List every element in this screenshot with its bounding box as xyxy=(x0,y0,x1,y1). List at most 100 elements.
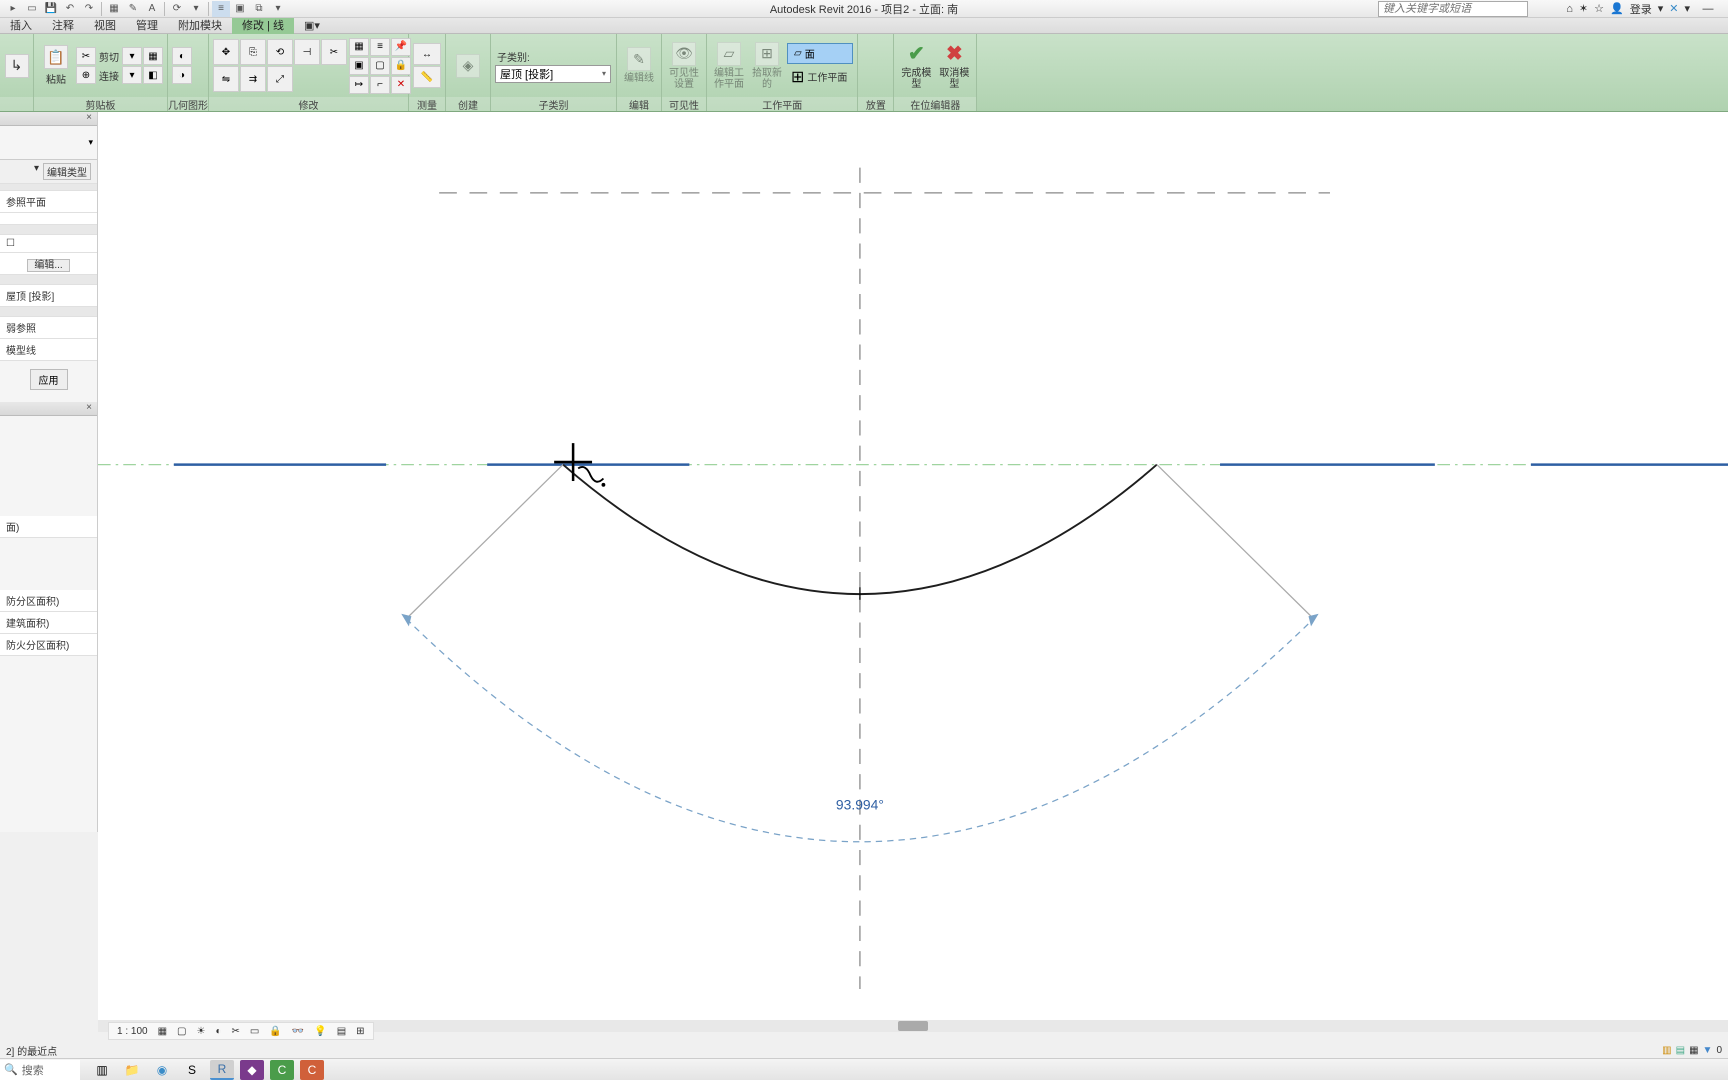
edit-button[interactable]: 编辑... xyxy=(27,259,69,272)
paste-button[interactable]: 📋粘贴 xyxy=(38,37,74,95)
exchange-apps-icon[interactable]: ✕ xyxy=(1669,2,1678,15)
pin-icon[interactable]: 📌 xyxy=(391,38,411,56)
qat-undo-icon[interactable]: ↶ xyxy=(61,1,79,17)
qat-sync-icon[interactable]: ⟳ xyxy=(168,1,186,17)
lock-icon[interactable]: 🔒 xyxy=(391,57,411,75)
revit-icon[interactable]: R xyxy=(210,1060,234,1080)
cancel-model-button[interactable]: ✖取消模型 xyxy=(936,37,972,95)
tab-insert[interactable]: 插入 xyxy=(0,18,42,34)
app-icon-green1[interactable]: C xyxy=(270,1060,294,1080)
taskbar-search[interactable]: 🔍 搜索 xyxy=(0,1060,80,1080)
scrollbar-thumb[interactable] xyxy=(898,1021,928,1031)
tab-view[interactable]: 视图 xyxy=(84,18,126,34)
delete-icon[interactable]: ✕ xyxy=(391,76,411,94)
minimize-button[interactable]: — xyxy=(1696,3,1720,15)
cope-icon[interactable]: ◧ xyxy=(143,66,163,84)
qat-measure-icon[interactable]: ✎ xyxy=(124,1,142,17)
geo-icon-2[interactable]: ◑ xyxy=(172,66,192,84)
tab-manage[interactable]: 管理 xyxy=(126,18,168,34)
lock-view-icon[interactable]: 🔒 xyxy=(267,1026,283,1037)
qat-redo-icon[interactable]: ↷ xyxy=(80,1,98,17)
tree-item[interactable]: 面) xyxy=(0,516,97,538)
login-dropdown-icon[interactable]: ▾ xyxy=(1658,2,1664,15)
infocenter-icon[interactable]: ⌂ xyxy=(1566,3,1573,15)
qat-dropdown-icon[interactable]: ▾ xyxy=(269,1,287,17)
mirror-icon[interactable]: ⇋ xyxy=(213,66,239,92)
trim-icon[interactable]: ⊣ xyxy=(294,39,320,65)
close-icon[interactable]: × xyxy=(83,112,95,124)
drawing-canvas[interactable]: 93.994° xyxy=(98,112,1728,1032)
instance-dd-icon[interactable]: ▾ xyxy=(34,163,39,180)
detail-level-icon[interactable]: ▦ xyxy=(156,1026,169,1037)
taskview-icon[interactable]: ▥ xyxy=(90,1060,114,1080)
edge-icon[interactable]: ◉ xyxy=(150,1060,174,1080)
angle-dim-label[interactable]: 93.994° xyxy=(836,797,884,813)
sun-path-icon[interactable]: ☀ xyxy=(195,1026,208,1037)
array-icon[interactable]: ▦ xyxy=(349,38,369,56)
copy-icon[interactable]: ⎘ xyxy=(240,39,266,65)
status-icon-1[interactable]: ▥ xyxy=(1662,1045,1671,1056)
finish-model-button[interactable]: ✔完成模型 xyxy=(898,37,934,95)
subcategory-dropdown[interactable]: 屋顶 [投影] ▾ xyxy=(495,65,611,83)
radial-line-left[interactable] xyxy=(406,465,563,619)
tree-item[interactable]: 防火分区面积) xyxy=(0,634,97,656)
temp-hide-icon[interactable]: 👓 xyxy=(290,1026,306,1037)
group-icon[interactable]: ▣ xyxy=(349,57,369,75)
reveal-constraints-icon[interactable]: ⊞ xyxy=(354,1026,366,1037)
cut-dd-icon[interactable]: ▾ xyxy=(122,47,142,65)
sogou-icon[interactable]: S xyxy=(180,1060,204,1080)
measure-icon[interactable]: 📏 xyxy=(413,66,441,88)
scale-icon[interactable]: ⤢ xyxy=(267,66,293,92)
app-menu-button[interactable]: ▸ xyxy=(4,1,22,17)
status-icon-3[interactable]: ▦ xyxy=(1689,1045,1698,1056)
face-toggle[interactable]: ▱面 xyxy=(787,43,853,64)
login-link[interactable]: 登录 xyxy=(1630,1,1652,17)
worksharing-icon[interactable]: ▤ xyxy=(335,1026,348,1037)
tab-annotate[interactable]: 注释 xyxy=(42,18,84,34)
status-icon-2[interactable]: ▤ xyxy=(1676,1045,1685,1056)
qat-open-icon[interactable]: ▭ xyxy=(23,1,41,17)
geo-icon-1[interactable]: ◐ xyxy=(172,47,192,65)
modify-button[interactable]: ↳ xyxy=(4,37,29,95)
status-filter-icon[interactable]: ▼ xyxy=(1703,1045,1713,1056)
extend-icon[interactable]: ↦ xyxy=(349,76,369,94)
corner-icon[interactable]: ⌐ xyxy=(370,76,390,94)
qat-print-icon[interactable]: ▦ xyxy=(105,1,123,17)
scale-selector[interactable]: 1 : 100 xyxy=(115,1026,150,1037)
tab-dropdown-icon[interactable]: ▣▾ xyxy=(294,18,330,34)
cut-icon[interactable]: ✂ xyxy=(76,47,96,65)
help-icon[interactable]: ▾ xyxy=(1684,2,1690,15)
qat-cloud-icon[interactable]: ▾ xyxy=(187,1,205,17)
move-icon[interactable]: ✥ xyxy=(213,39,239,65)
tree-item[interactable]: 防分区面积) xyxy=(0,590,97,612)
app-icon-green2[interactable]: C xyxy=(300,1060,324,1080)
shadows-icon[interactable]: ◐ xyxy=(213,1026,223,1037)
reveal-hidden-icon[interactable]: 💡 xyxy=(312,1026,328,1037)
qat-thin-lines-icon[interactable]: ≡ xyxy=(212,1,230,17)
keyshot-icon[interactable]: ✶ xyxy=(1579,2,1588,15)
qat-text-icon[interactable]: A xyxy=(143,1,161,17)
help-search-input[interactable] xyxy=(1378,1,1528,17)
ungroup-icon[interactable]: ▢ xyxy=(370,57,390,75)
radial-line-right[interactable] xyxy=(1157,465,1314,619)
join-icon[interactable]: ⊕ xyxy=(76,66,96,84)
tab-addins[interactable]: 附加模块 xyxy=(168,18,232,34)
prop-checkbox-row[interactable]: ☐ xyxy=(0,235,97,253)
type-selector-dropdown[interactable]: ▾ xyxy=(88,137,93,148)
close-icon[interactable]: × xyxy=(83,402,95,414)
offset-icon[interactable]: ⇉ xyxy=(240,66,266,92)
tab-modify-line[interactable]: 修改 | 线 xyxy=(232,18,294,34)
tree-item[interactable]: 建筑面积) xyxy=(0,612,97,634)
visual-style-icon[interactable]: ▢ xyxy=(175,1026,188,1037)
qat-switch-windows-icon[interactable]: ⧉ xyxy=(250,1,268,17)
match-icon[interactable]: ▦ xyxy=(143,47,163,65)
edit-type-button[interactable]: 编辑类型 xyxy=(43,163,91,180)
rotate-icon[interactable]: ⟲ xyxy=(267,39,293,65)
user-icon[interactable]: 👤 xyxy=(1610,2,1624,15)
show-crop-icon[interactable]: ▭ xyxy=(248,1026,261,1037)
apply-button[interactable]: 应用 xyxy=(30,369,68,390)
qat-save-icon[interactable]: 💾 xyxy=(42,1,60,17)
file-explorer-icon[interactable]: 📁 xyxy=(120,1060,144,1080)
qat-close-hidden-icon[interactable]: ▣ xyxy=(231,1,249,17)
app-icon-purple[interactable]: ◆ xyxy=(240,1060,264,1080)
